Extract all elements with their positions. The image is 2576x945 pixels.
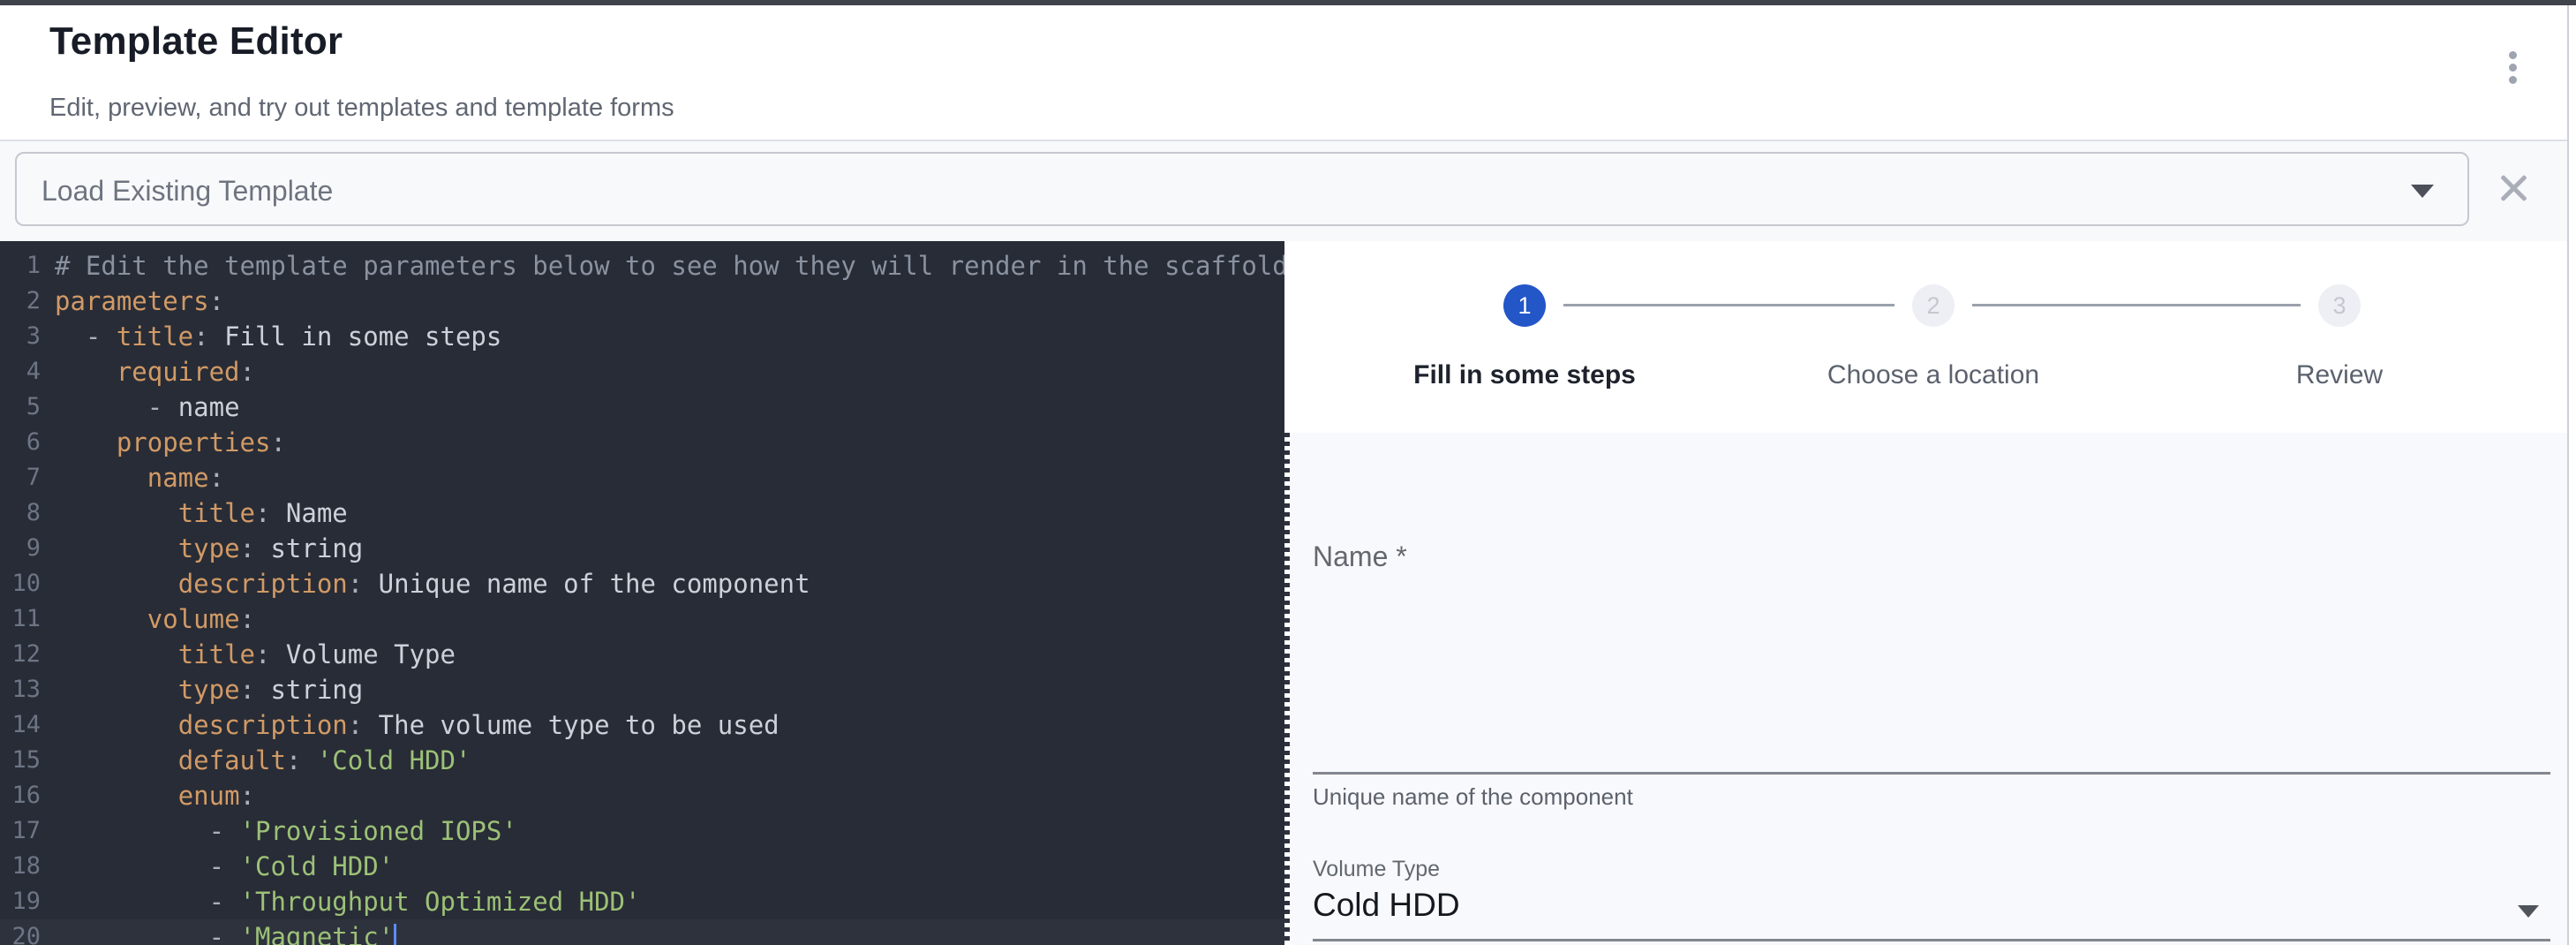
line-number: 7 <box>0 460 41 495</box>
code-line: 6 properties: <box>0 425 1284 460</box>
template-toolbar: Load Existing Template <box>0 141 2567 241</box>
text-cursor <box>394 924 396 945</box>
step-circle-2: 2 <box>1912 284 1955 327</box>
code-line: 16 enum: <box>0 778 1284 813</box>
chevron-down-icon <box>2518 905 2539 918</box>
line-number: 9 <box>0 531 41 566</box>
kebab-menu-icon[interactable] <box>2489 44 2535 101</box>
code-line: 20 - 'Magnetic' <box>0 919 1284 945</box>
page-subtitle: Edit, preview, and try out templates and… <box>49 94 674 123</box>
chevron-down-icon <box>2411 185 2434 198</box>
code-line: 2parameters: <box>0 284 1284 319</box>
code-line: 12 title: Volume Type <box>0 637 1284 672</box>
close-icon[interactable] <box>2495 170 2532 207</box>
step-form: Name * Unique name of the component Volu… <box>1290 433 2567 945</box>
code-line-content: type: string <box>41 531 363 566</box>
load-select-placeholder: Load Existing Template <box>41 175 333 208</box>
step-circle-3: 3 <box>2318 284 2361 327</box>
code-line-content: default: 'Cold HDD' <box>41 743 471 778</box>
line-number: 19 <box>0 884 41 919</box>
code-line: 4 required: <box>0 354 1284 389</box>
volume-type-underline <box>1313 939 2550 941</box>
line-number: 17 <box>0 813 41 849</box>
name-input[interactable] <box>1313 733 2550 774</box>
code-line: 17 - 'Provisioned IOPS' <box>0 813 1284 849</box>
code-line-content: - 'Magnetic' <box>41 919 396 945</box>
line-number: 5 <box>0 389 41 425</box>
code-line: 11 volume: <box>0 601 1284 637</box>
code-line: 14 description: The volume type to be us… <box>0 707 1284 743</box>
code-line-content: - title: Fill in some steps <box>41 319 501 354</box>
line-number: 4 <box>0 354 41 389</box>
code-line-content: - 'Cold HDD' <box>41 849 394 884</box>
main-split: 1# Edit the template parameters below to… <box>0 241 2576 945</box>
code-line: 18 - 'Cold HDD' <box>0 849 1284 884</box>
code-line-content: - 'Throughput Optimized HDD' <box>41 884 640 919</box>
code-line: 7 name: <box>0 460 1284 495</box>
code-line-content: - name <box>41 389 240 425</box>
step-label-fill-in-some-steps: Fill in some steps <box>1330 360 1719 390</box>
line-number: 14 <box>0 707 41 743</box>
yaml-code-editor[interactable]: 1# Edit the template parameters below to… <box>0 241 1284 945</box>
code-line: 15 default: 'Cold HDD' <box>0 743 1284 778</box>
line-number: 1 <box>0 248 41 284</box>
step-label-review: Review <box>2145 360 2534 390</box>
line-number: 3 <box>0 319 41 354</box>
step-connector <box>1563 304 1894 306</box>
code-line: 13 type: string <box>0 672 1284 707</box>
code-line: 10 description: Unique name of the compo… <box>0 566 1284 601</box>
line-number: 20 <box>0 919 41 945</box>
line-number: 10 <box>0 566 41 601</box>
code-line-content: title: Name <box>41 495 348 531</box>
page-header: Template Editor Edit, preview, and try o… <box>0 5 2567 140</box>
name-input-underline <box>1313 772 2550 775</box>
name-field-helper: Unique name of the component <box>1313 783 1633 811</box>
code-line-content: enum: <box>41 778 255 813</box>
wizard-stepper: 1 2 3 Fill in some steps Choose a locati… <box>1290 241 2567 433</box>
line-number: 6 <box>0 425 41 460</box>
code-line: 1# Edit the template parameters below to… <box>0 248 1284 284</box>
code-line: 9 type: string <box>0 531 1284 566</box>
line-number: 12 <box>0 637 41 672</box>
code-line-content: type: string <box>41 672 363 707</box>
code-line-content: name: <box>41 460 224 495</box>
form-preview-panel: 1 2 3 Fill in some steps Choose a locati… <box>1290 241 2567 945</box>
code-line-content: title: Volume Type <box>41 637 456 672</box>
load-existing-template-select[interactable]: Load Existing Template <box>15 152 2469 226</box>
template-editor-app: Template Editor Edit, preview, and try o… <box>0 0 2576 945</box>
code-line-content: parameters: <box>41 284 224 319</box>
line-number: 13 <box>0 672 41 707</box>
code-line: 19 - 'Throughput Optimized HDD' <box>0 884 1284 919</box>
line-number: 11 <box>0 601 41 637</box>
line-number: 16 <box>0 778 41 813</box>
line-number: 2 <box>0 284 41 319</box>
step-circle-1: 1 <box>1503 284 1546 327</box>
code-line: 8 title: Name <box>0 495 1284 531</box>
step-label-choose-a-location: Choose a location <box>1739 360 2128 390</box>
code-line-content: - 'Provisioned IOPS' <box>41 813 517 849</box>
code-line: 3 - title: Fill in some steps <box>0 319 1284 354</box>
code-line-content: # Edit the template parameters below to … <box>41 248 1284 284</box>
line-number: 8 <box>0 495 41 531</box>
page-title: Template Editor <box>49 19 343 64</box>
code-line: 5 - name <box>0 389 1284 425</box>
code-area: 1# Edit the template parameters below to… <box>0 248 1284 945</box>
code-line-content: description: Unique name of the componen… <box>41 566 810 601</box>
volume-type-select[interactable] <box>1313 874 2550 938</box>
code-line-content: properties: <box>41 425 286 460</box>
name-field-label: Name * <box>1313 541 1407 573</box>
step-connector <box>1972 304 2301 306</box>
code-line-content: description: The volume type to be used <box>41 707 780 743</box>
code-line-content: required: <box>41 354 255 389</box>
line-number: 15 <box>0 743 41 778</box>
line-number: 18 <box>0 849 41 884</box>
scrollbar-track-line[interactable] <box>2567 5 2569 945</box>
code-line-content: volume: <box>41 601 255 637</box>
